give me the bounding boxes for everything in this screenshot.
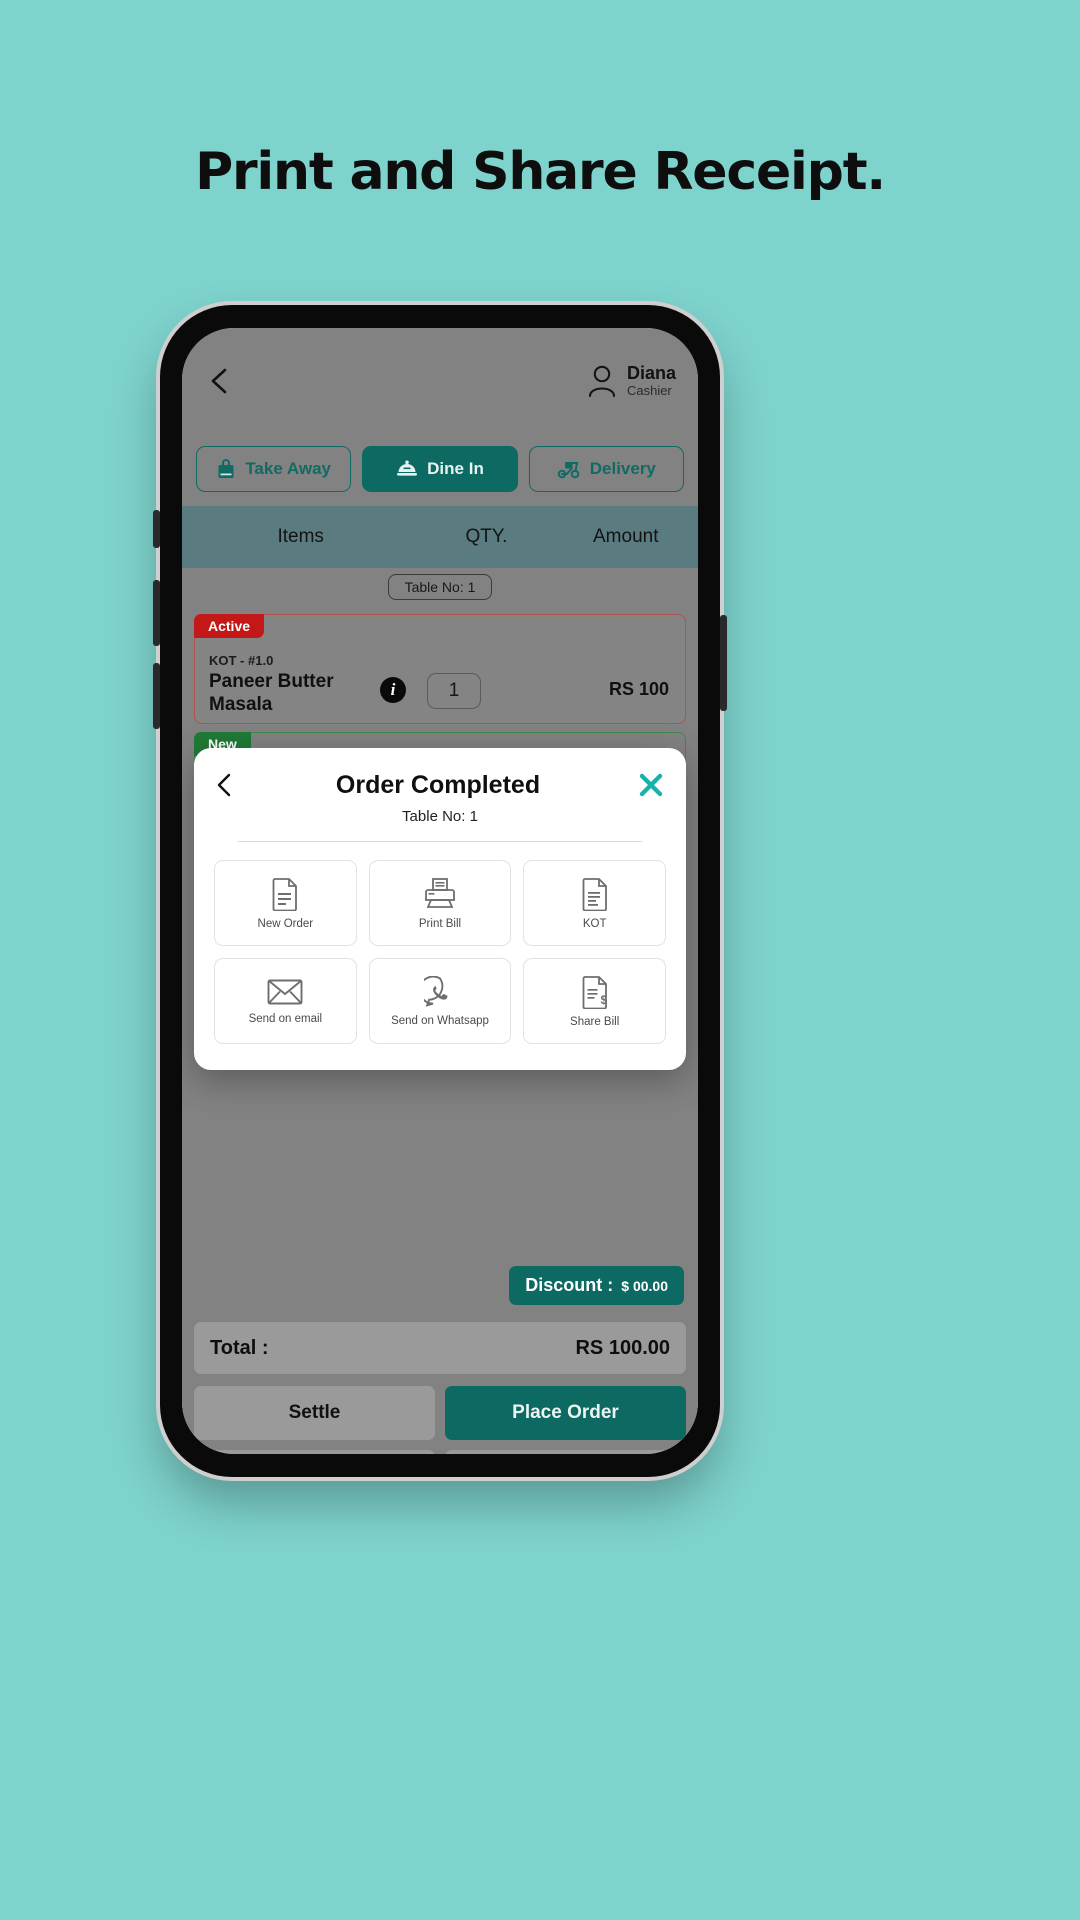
tab-delivery[interactable]: Delivery <box>528 446 684 492</box>
takeaway-bag-icon <box>218 459 234 478</box>
share-bill-tile-label: Share Bill <box>570 1015 620 1028</box>
dialog-subtitle: Table No: 1 <box>402 808 478 825</box>
phone-mute-button <box>153 510 160 548</box>
orders-button[interactable]: Orders <box>445 1450 686 1454</box>
phone-power-button <box>720 615 727 711</box>
total-label: Total : <box>210 1336 269 1359</box>
total-row: Total : RS 100.00 <box>194 1322 686 1374</box>
tab-take-away[interactable]: Take Away <box>196 446 352 492</box>
primary-action-row: Settle Place Order <box>194 1386 686 1440</box>
document-icon <box>272 877 298 911</box>
share-bill-tile[interactable]: $ Share Bill <box>523 958 666 1044</box>
phone-screen: Diana Cashier Take Away Dine In Delivery… <box>182 328 698 1454</box>
print-bill-button[interactable]: Print Bill <box>194 1450 435 1454</box>
dialog-header: Order Completed <box>214 770 666 800</box>
phone-volume-up-button <box>153 580 160 646</box>
discount-value: $ 00.00 <box>621 1278 668 1294</box>
discount-row: Discount : $ 00.00 <box>182 1266 684 1305</box>
order-completed-dialog: Order Completed Table No: 1 New Order Pr… <box>194 748 686 1070</box>
total-value: RS 100.00 <box>575 1336 670 1359</box>
back-button[interactable] <box>204 366 234 396</box>
app-header: Diana Cashier <box>182 328 698 434</box>
place-order-button-label: Place Order <box>512 1402 619 1423</box>
item-amount: RS 100 <box>608 679 669 699</box>
quantity-stepper[interactable]: 1 <box>427 673 481 709</box>
place-order-button[interactable]: Place Order <box>445 1386 686 1440</box>
secondary-action-row: Print Bill Orders <box>194 1450 686 1454</box>
settle-button-label: Settle <box>288 1402 341 1423</box>
dialog-action-grid: New Order Print Bill KOT Send on email S… <box>214 860 666 1044</box>
settle-button[interactable]: Settle <box>194 1386 435 1440</box>
printer-icon <box>425 877 455 908</box>
kot-receipt-icon <box>582 877 607 911</box>
dialog-title: Order Completed <box>335 770 541 799</box>
send-on-email-tile[interactable]: Send on email <box>214 958 357 1044</box>
info-icon[interactable]: i <box>380 677 406 703</box>
kot-tile-label: KOT <box>582 917 607 930</box>
item-name: Paneer Butter Masala <box>209 671 334 715</box>
phone-volume-down-button <box>153 663 160 729</box>
page-title: Print and Share Receipt. <box>195 142 886 202</box>
dialog-back-button[interactable] <box>214 772 240 798</box>
new-order-tile-label: New Order <box>257 917 314 930</box>
discount-button[interactable]: Discount : $ 00.00 <box>509 1266 684 1305</box>
table-number-row: Table No: 1 <box>182 574 698 600</box>
discount-label: Discount : <box>525 1275 614 1295</box>
column-header-items: Items <box>277 526 324 547</box>
order-type-tabs: Take Away Dine In Delivery <box>182 432 698 506</box>
order-table-header: Items QTY. Amount <box>182 506 698 568</box>
chevron-left-icon <box>217 773 231 797</box>
send-on-whatsapp-tile-label: Send on Whatsapp <box>391 1014 489 1027</box>
dine-in-cloche-icon <box>397 460 418 476</box>
send-on-whatsapp-tile[interactable]: Send on Whatsapp <box>368 958 512 1044</box>
status-badge: Active <box>194 614 265 638</box>
dialog-close-button[interactable] <box>636 770 666 800</box>
dialog-divider <box>238 841 642 842</box>
user-role: Cashier <box>626 382 672 398</box>
column-header-amount: Amount <box>593 526 659 547</box>
column-header-qty: QTY. <box>465 526 508 547</box>
table-number-chip: Table No: 1 <box>387 574 493 600</box>
svg-text:$: $ <box>600 993 607 1007</box>
envelope-icon <box>267 979 303 1004</box>
table-row[interactable]: Active KOT - #1.0 Paneer Butter Masala i… <box>194 614 686 724</box>
close-x-icon <box>639 773 663 797</box>
kot-tile[interactable]: KOT <box>523 860 666 946</box>
kot-number: KOT - #1.0 <box>209 653 274 668</box>
print-bill-tile-label: Print Bill <box>418 917 462 930</box>
whatsapp-icon <box>423 975 448 1007</box>
bill-dollar-icon: $ <box>582 975 607 1009</box>
send-on-email-tile-label: Send on email <box>248 1012 323 1025</box>
app-background-dimmed: Diana Cashier Take Away Dine In Delivery… <box>182 328 698 1454</box>
user-profile[interactable]: Diana Cashier <box>586 363 676 399</box>
new-order-tile[interactable]: New Order <box>214 860 357 946</box>
tab-dine-in[interactable]: Dine In <box>362 446 518 492</box>
user-name: Diana <box>626 363 676 384</box>
phone-mockup: Diana Cashier Take Away Dine In Delivery… <box>153 305 727 1477</box>
tab-dine-in-label: Dine In <box>427 459 484 478</box>
person-icon <box>588 365 616 398</box>
tab-delivery-label: Delivery <box>589 459 656 478</box>
tab-take-away-label: Take Away <box>245 459 331 478</box>
delivery-scooter-icon <box>557 462 580 479</box>
print-bill-tile[interactable]: Print Bill <box>368 860 512 946</box>
chevron-left-icon <box>211 368 227 394</box>
